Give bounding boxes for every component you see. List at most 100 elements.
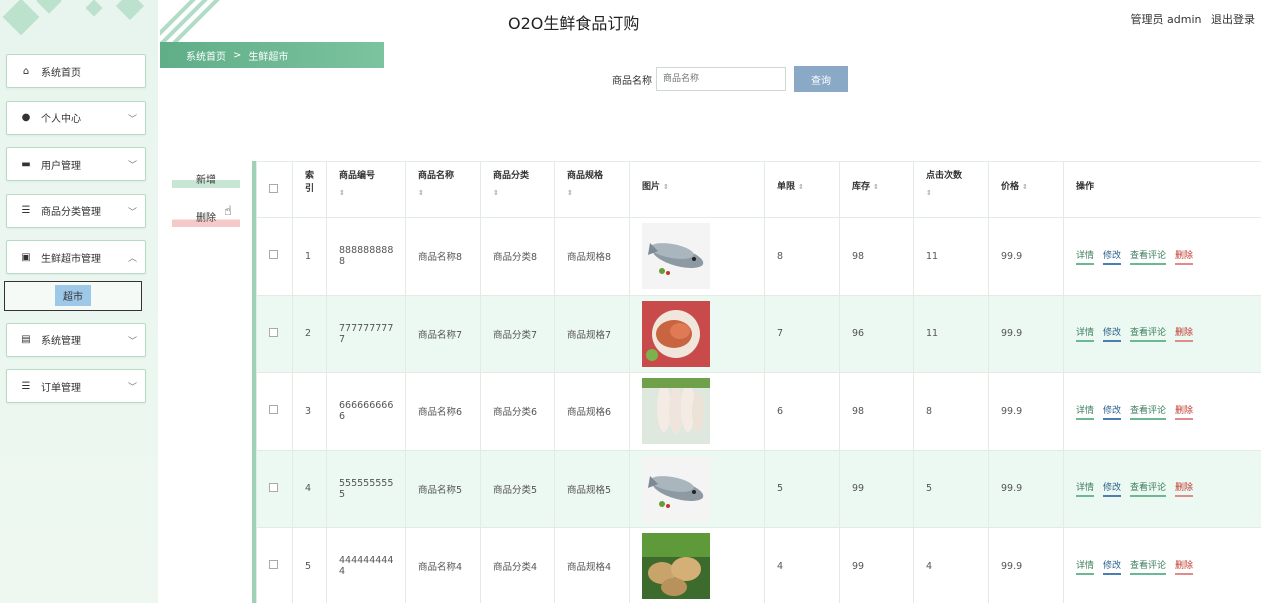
row-checkbox[interactable] (269, 327, 278, 337)
chevron-up-icon: ︿ (127, 254, 137, 264)
row-select-cell[interactable] (256, 372, 293, 451)
breadcrumb-home[interactable]: 系统首页 (186, 48, 226, 63)
view-reviews-link[interactable]: 查看评论 (1130, 480, 1167, 498)
cell-limit: 7 (764, 294, 840, 373)
cell-spec: 商品规格4 (554, 527, 630, 603)
cell-image (629, 217, 765, 296)
row-select-cell[interactable] (256, 217, 293, 296)
sidebar-item-3[interactable]: ☰ 商品分类管理 ﹀ (6, 193, 146, 228)
sidebar-item-4[interactable]: ▣ 生鲜超市管理 ︿ (6, 240, 146, 274)
sidebar-item-label: 商品分类管理 (41, 207, 101, 218)
cell-price: 99.9 (988, 217, 1064, 296)
header-spec[interactable]: 商品规格 ⇕ (554, 161, 630, 218)
header-image[interactable]: 图片 ⇕ (629, 161, 765, 218)
cell-code: 8888888888 (326, 217, 406, 296)
app-title: O2O生鲜食品订购 (508, 14, 640, 33)
sort-icon[interactable]: ⇕ (418, 189, 474, 197)
row-checkbox[interactable] (269, 405, 278, 415)
cell-stock: 96 (839, 294, 914, 373)
sort-icon[interactable]: ⇕ (339, 189, 399, 197)
cell-stock: 98 (839, 217, 914, 296)
detail-link[interactable]: 详情 (1076, 558, 1095, 575)
sort-icon[interactable]: ⇕ (926, 189, 982, 197)
cell-name: 商品名称7 (405, 294, 481, 373)
cell-price: 99.9 (988, 527, 1064, 603)
delete-link[interactable]: 删除 (1175, 558, 1194, 575)
header-select-all[interactable] (256, 161, 293, 218)
user-icon: ● (21, 112, 31, 123)
header-clicks[interactable]: 点击次数 ⇕ (913, 161, 989, 218)
header-price[interactable]: 价格 ⇕ (988, 161, 1064, 218)
home-icon: ⌂ (22, 65, 30, 77)
row-checkbox[interactable] (269, 560, 278, 570)
detail-link[interactable]: 详情 (1076, 480, 1095, 498)
header-code[interactable]: 商品编号 ⇕ (326, 161, 406, 218)
view-reviews-link[interactable]: 查看评论 (1130, 248, 1167, 265)
view-reviews-link[interactable]: 查看评论 (1130, 403, 1167, 420)
header-category[interactable]: 商品分类 ⇕ (480, 161, 555, 218)
sidebar-item-0[interactable]: ⌂ 系统首页 (6, 54, 146, 88)
edit-link[interactable]: 修改 (1103, 480, 1122, 498)
cell-image (629, 527, 765, 603)
sort-icon[interactable]: ⇕ (873, 183, 879, 191)
delete-link[interactable]: 删除 (1175, 248, 1194, 265)
table-row: 4 5555555555 商品名称5 商品分类5 商品规格5 5 99 5 99.9 详情 修改 查看… (256, 449, 1261, 528)
row-select-cell[interactable] (256, 294, 293, 373)
cell-index: 1 (292, 217, 327, 296)
edit-link[interactable]: 修改 (1103, 325, 1122, 343)
orders-icon: ☰ (21, 380, 31, 392)
cell-price: 99.9 (988, 449, 1064, 528)
sidebar-subitem-supermarket[interactable]: 超市 (4, 280, 142, 311)
sort-icon[interactable]: ⇕ (798, 183, 804, 191)
cell-code: 5555555555 (326, 449, 406, 528)
sidebar-item-1[interactable]: ● 个人中心 ﹀ (6, 100, 146, 135)
logout-link[interactable]: 退出登录 (1211, 13, 1255, 26)
sidebar-item-5[interactable]: ▤ 系统管理 ﹀ (6, 322, 146, 357)
row-select-cell[interactable] (256, 527, 293, 603)
view-reviews-link[interactable]: 查看评论 (1130, 558, 1167, 575)
select-all-checkbox[interactable] (269, 184, 278, 193)
users-icon: ▬ (21, 158, 31, 170)
header-stock[interactable]: 库存 ⇕ (839, 161, 914, 218)
cell-category: 商品分类8 (480, 217, 555, 296)
cell-index: 2 (292, 294, 327, 373)
row-checkbox[interactable] (269, 250, 278, 260)
edit-link[interactable]: 修改 (1103, 248, 1122, 265)
cell-category: 商品分类5 (480, 449, 555, 528)
cell-name: 商品名称4 (405, 527, 481, 603)
cell-stock: 99 (839, 527, 914, 603)
chevron-down-icon: ﹀ (127, 161, 137, 171)
detail-link[interactable]: 详情 (1076, 403, 1095, 420)
sort-icon[interactable]: ⇕ (567, 189, 623, 197)
product-image (642, 378, 758, 445)
top-header: O2O生鲜食品订购 管理员 admin 退出登录 (158, 0, 1261, 42)
sidebar-item-label: 系统首页 (41, 67, 81, 79)
sort-icon[interactable]: ⇕ (493, 189, 548, 197)
detail-link[interactable]: 详情 (1076, 325, 1095, 343)
cell-index: 4 (292, 449, 327, 528)
cell-limit: 5 (764, 449, 840, 528)
detail-link[interactable]: 详情 (1076, 248, 1095, 265)
view-reviews-link[interactable]: 查看评论 (1130, 325, 1167, 343)
row-select-cell[interactable] (256, 449, 293, 528)
sort-icon[interactable]: ⇕ (663, 183, 669, 191)
cell-stock: 98 (839, 372, 914, 451)
sidebar-item-2[interactable]: ▬ 用户管理 ﹀ (6, 147, 146, 181)
edit-link[interactable]: 修改 (1103, 403, 1122, 420)
delete-link[interactable]: 删除 (1175, 480, 1194, 498)
sidebar-item-6[interactable]: ☰ 订单管理 ﹀ (6, 369, 146, 403)
delete-link[interactable]: 删除 (1175, 325, 1194, 343)
search-button[interactable]: 查询 (794, 66, 848, 92)
edit-link[interactable]: 修改 (1103, 558, 1122, 575)
header-limit[interactable]: 单限 ⇕ (764, 161, 840, 218)
delete-link[interactable]: 删除 (1175, 403, 1194, 420)
list-icon: ☰ (21, 205, 31, 216)
add-button[interactable]: 新增 (172, 168, 240, 188)
breadcrumb-current: 生鲜超市 (248, 51, 289, 63)
sidebar-item-label: 生鲜超市管理 (41, 253, 101, 265)
row-checkbox[interactable] (269, 482, 278, 492)
header-stripe-decoration (160, 0, 220, 42)
search-input[interactable] (656, 67, 786, 91)
header-name[interactable]: 商品名称 ⇕ (405, 161, 481, 218)
sort-icon[interactable]: ⇕ (1022, 183, 1028, 191)
